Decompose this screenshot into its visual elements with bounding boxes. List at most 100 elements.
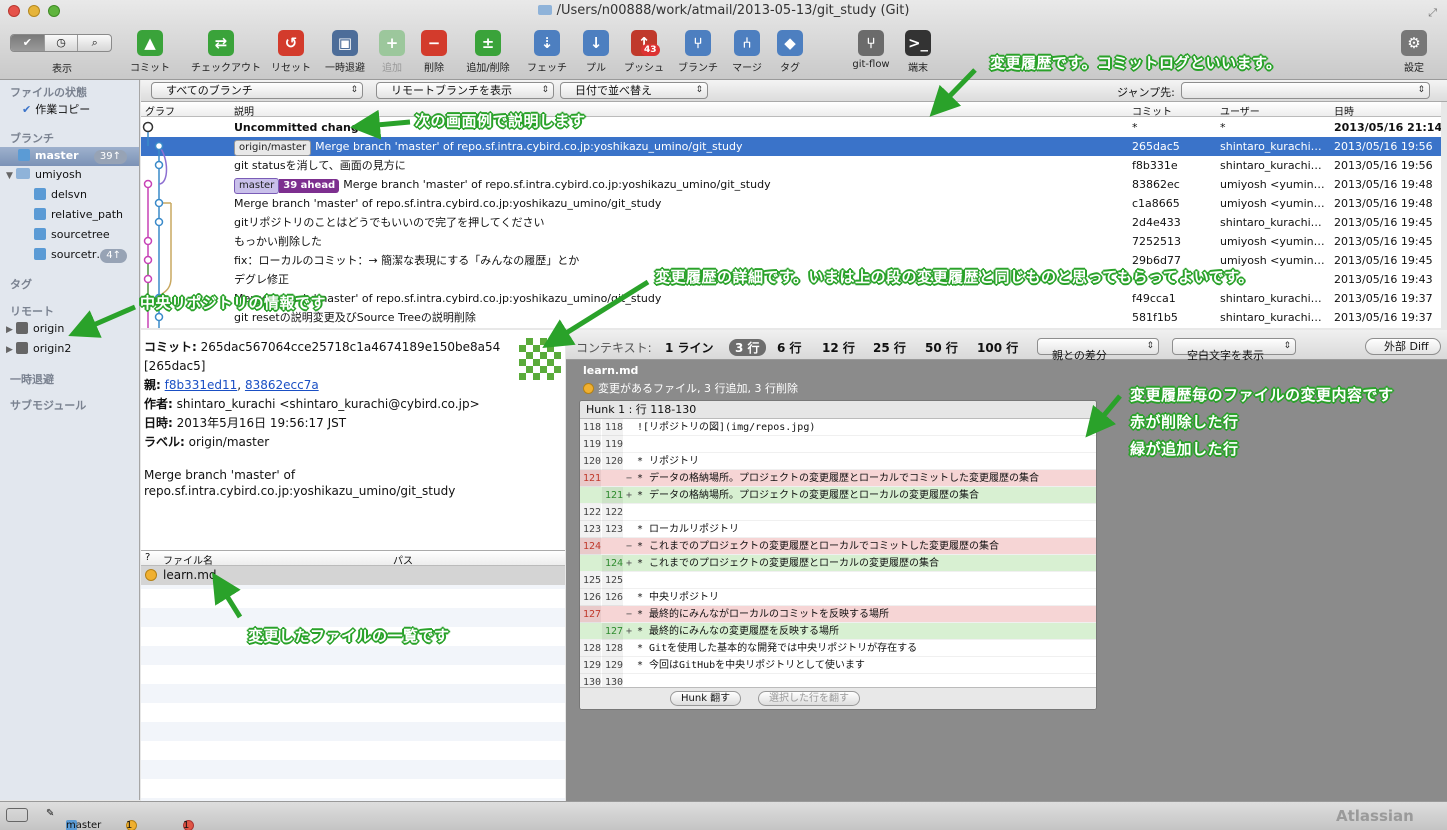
sidebar-item-working-copy[interactable]: ✔ 作業コピー [22, 101, 90, 117]
diff-tx: * これまでのプロジェクトの変更履歴とローカルの変更履歴の集合 [637, 558, 940, 569]
terminal-button[interactable]: >_ 端末 [888, 30, 948, 74]
context-option[interactable]: 1 ライン [665, 339, 714, 356]
header-graph[interactable]: グラフ [145, 103, 175, 118]
row-description: Uncommitted changes [234, 121, 373, 134]
diff-tx: * Gitを使用した基本的な開発では中央リポジトリが存在する [637, 643, 918, 654]
header-user[interactable]: ユーザー [1220, 103, 1260, 118]
header-description[interactable]: 説明 [234, 103, 254, 118]
history-row[interactable]: Merge branch 'master' of repo.sf.intra.c… [141, 194, 1441, 213]
stash-icon: ▣ [332, 30, 358, 56]
diff-line[interactable]: 125 125 [580, 572, 1096, 589]
jump-to-popup[interactable]: ⇕ [1181, 82, 1430, 99]
sidebar-item-delsvn[interactable]: delsvn [34, 188, 87, 201]
sidebar-item-sourcetree[interactable]: sourcetree [34, 228, 110, 241]
parent-link-2[interactable]: 83862ecc7a [245, 378, 319, 392]
diff-line[interactable]: 121 − * データの格納場所。プロジェクトの変更履歴とローカルでコミットした変… [580, 470, 1096, 487]
header-date[interactable]: 日時 [1334, 103, 1354, 118]
diff-line[interactable]: 127 + * 最終的にみんなの変更履歴を反映する場所 [580, 623, 1096, 640]
context-option[interactable]: 3 行 [729, 339, 766, 356]
external-diff-button[interactable]: 外部 Diff [1365, 338, 1441, 355]
view-segmented-control[interactable]: ✔ ◷ ⌕ [10, 34, 112, 52]
history-row[interactable]: gitリポジトリのことはどうでもいいので完了を押してください 2d4e433 shi… [141, 213, 1441, 232]
filter-bar: すべてのブランチ ⇕ リモートブランチを表示 ⇕ 日付で並べ替え ⇕ ジャンプ先: ⇕ [141, 80, 1447, 102]
history-row[interactable]: origin/master Merge branch 'master' of re… [141, 137, 1441, 156]
sidebar-item-umiyosh[interactable]: ▼ umiyosh [6, 168, 82, 181]
diff-line[interactable]: 123 123 * ローカルリポジトリ [580, 521, 1096, 538]
diff-line[interactable]: 119 119 [580, 436, 1096, 453]
diff-line[interactable]: 126 126 * 中央リポジトリ [580, 589, 1096, 606]
diff-line[interactable]: 122 122 [580, 504, 1096, 521]
context-option[interactable]: 25 行 [873, 339, 906, 356]
view-search-icon[interactable]: ⌕ [78, 35, 111, 51]
diff-sg: + [626, 626, 633, 637]
settings-icon: ⚙ [1401, 30, 1427, 56]
commit-details: コミット: 265dac567064cce25718c1a4674189e150… [141, 330, 565, 550]
diff-line[interactable]: 129 129 * 今回はGitHubを中央リポジトリとして使います [580, 657, 1096, 674]
sidebar-item-origin[interactable]: ▶ origin [6, 322, 64, 335]
diff-line[interactable]: 118 118 ![リポジトリの図](img/repos.jpg) [580, 419, 1096, 436]
whitespace-popup[interactable]: 空白文字を表示 ⇕ [1172, 338, 1296, 362]
history-row[interactable]: Uncommitted changes * * 2013/05/16 21:14 [141, 118, 1441, 137]
push-button[interactable]: ↑ 43 プッシュ [614, 30, 674, 74]
diff-hunk: Hunk 1 : 行 118-130 118 118 ![リポジトリの図](img/… [579, 400, 1097, 710]
sort-popup[interactable]: 日付で並べ替え ⇕ [560, 82, 708, 99]
commit-button[interactable]: ▲ コミット [120, 30, 180, 74]
diff-n1: 126 [580, 589, 601, 606]
reverse-hunk-button[interactable]: Hunk 翻す [670, 691, 742, 706]
addremove-button[interactable]: ± 追加/削除 [458, 30, 518, 74]
diff-line[interactable]: 120 120 * リポジトリ [580, 453, 1096, 470]
branches-filter-popup[interactable]: すべてのブランチ ⇕ [151, 82, 363, 99]
diff-line[interactable]: 124 − * これまでのプロジェクトの変更履歴とローカルでコミットした変更履歴の… [580, 538, 1096, 555]
diff-line[interactable]: 128 128 * Gitを使用した基本的な開発では中央リポジトリが存在する [580, 640, 1096, 657]
diff-n1: 123 [580, 521, 601, 538]
sidebar-toggle-icon[interactable] [6, 808, 28, 822]
context-option[interactable]: 6 行 [777, 339, 802, 356]
history-row[interactable]: git resetの説明変更及びSource Treeの説明削除 581f1b5 s… [141, 308, 1441, 327]
header-commit[interactable]: コミット [1132, 103, 1172, 118]
detail-date: 日時: 2013年5月16日 19:56:17 JST [144, 416, 347, 430]
file-row[interactable]: learn.md [141, 566, 565, 585]
disclosure-triangle-icon[interactable]: ▶ [6, 345, 16, 355]
diff-parent-popup[interactable]: 親との差分 ⇕ [1037, 338, 1159, 362]
context-option[interactable]: 50 行 [925, 339, 958, 356]
remote-branches-popup[interactable]: リモートブランチを表示 ⇕ [376, 82, 554, 99]
branch-icon [34, 228, 46, 240]
sidebar-item-master[interactable]: master [18, 149, 79, 162]
reset-button[interactable]: ↺ リセット [261, 30, 321, 74]
edit-icon[interactable]: ✎ [46, 808, 54, 819]
row-user: shintaro_kurachi… [1220, 159, 1322, 172]
header-path[interactable]: パス [393, 552, 413, 567]
reverse-selected-lines-button[interactable]: 選択した行を翻す [758, 691, 860, 706]
checkout-button[interactable]: ⇄ チェックアウト [191, 30, 261, 74]
remove-button[interactable]: − 削除 [404, 30, 464, 74]
diff-line[interactable]: 121 + * データの格納場所。プロジェクトの変更履歴とローカルの変更履歴の集合 [580, 487, 1096, 504]
header-status[interactable]: ? [145, 552, 150, 563]
sidebar-item-origin2[interactable]: ▶ origin2 [6, 342, 71, 355]
view-log-icon[interactable]: ◷ [45, 35, 79, 51]
context-option[interactable]: 100 行 [977, 339, 1018, 356]
diff-tx: * データの格納場所。プロジェクトの変更履歴とローカルの変更履歴の集合 [637, 490, 980, 501]
history-row[interactable]: もっかい削除した 7252513 umiyosh <yumin… 2013/05/16… [141, 232, 1441, 251]
header-filename[interactable]: ファイル名 [163, 552, 213, 567]
sidebar-item-relative-path[interactable]: relative_path [34, 208, 123, 221]
history-row[interactable]: master 39 ahead Merge branch 'master' of r… [141, 175, 1441, 194]
history-row[interactable]: Merge branch 'master' of repo.sf.intra.c… [141, 289, 1441, 308]
disclosure-triangle-icon[interactable]: ▼ [6, 171, 16, 181]
modified-file-icon [145, 569, 157, 581]
diff-line[interactable]: 127 − * 最終的にみんながローカルのコミットを反映する場所 [580, 606, 1096, 623]
view-file-status-icon[interactable]: ✔ [11, 35, 45, 51]
check-circle-icon: ✔ [22, 103, 32, 116]
annotation-next-screen: 次の画面例で説明します [415, 112, 586, 130]
context-option[interactable]: 12 行 [822, 339, 855, 356]
settings-button[interactable]: ⚙ 設定 [1384, 30, 1444, 74]
push-count-badge: 43 [641, 44, 660, 56]
sidebar-item-sourcetr2[interactable]: sourcetr… [34, 248, 107, 261]
diff-n1: 129 [580, 657, 601, 674]
diff-line[interactable]: 124 + * これまでのプロジェクトの変更履歴とローカルの変更履歴の集合 [580, 555, 1096, 572]
diff-n1: 125 [580, 572, 601, 589]
fullscreen-icon[interactable]: ⤢ [1428, 6, 1437, 20]
disclosure-triangle-icon[interactable]: ▶ [6, 325, 16, 335]
tag-button[interactable]: ◆ タグ [760, 30, 820, 74]
parent-link-1[interactable]: f8b331ed11 [165, 378, 238, 392]
history-row[interactable]: git statusを消して、画面の見方に f8b331e shintaro_kur… [141, 156, 1441, 175]
